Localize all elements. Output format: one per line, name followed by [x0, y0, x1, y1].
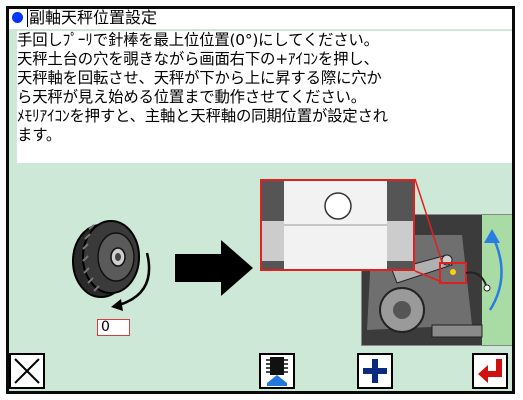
close-x-icon: [14, 358, 40, 384]
zoom-inset: [260, 179, 415, 271]
memory-chip-icon: [266, 357, 288, 386]
screen-frame: 副軸天秤位置設定 手回しﾌﾟｰﾘで針棒を最上位位置(0°)にしてください。 天秤…: [0, 0, 523, 400]
plus-button[interactable]: [357, 353, 393, 389]
memory-button[interactable]: [259, 353, 295, 389]
enter-return-icon: [478, 359, 502, 383]
plus-icon: [363, 359, 387, 383]
dialog-panel: 副軸天秤位置設定 手回しﾌﾟｰﾘで針棒を最上位位置(0°)にしてください。 天秤…: [6, 6, 515, 394]
zoomed-hole-illustration: [262, 181, 413, 269]
cancel-button[interactable]: [9, 353, 45, 389]
enter-button[interactable]: [472, 353, 508, 389]
